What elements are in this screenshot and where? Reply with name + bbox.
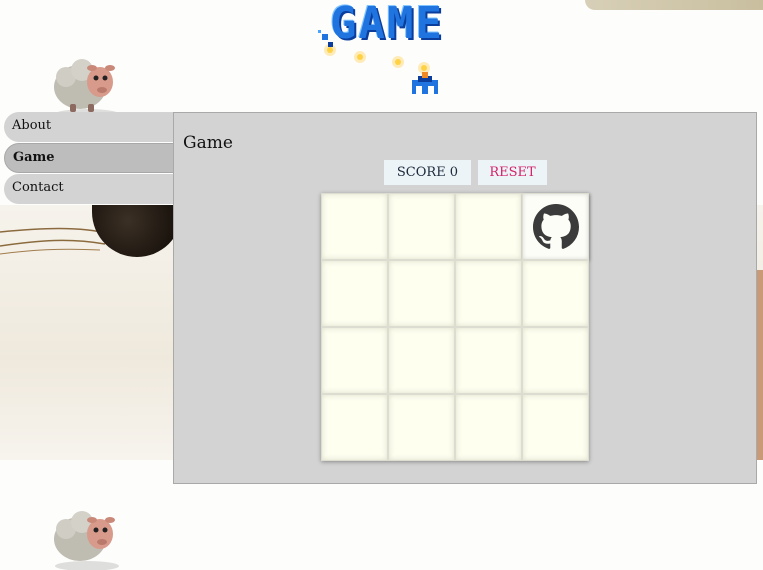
board-cell[interactable] (522, 394, 589, 461)
reset-button[interactable]: RESET (478, 160, 547, 185)
background-edge (757, 270, 763, 460)
board-cell[interactable] (522, 327, 589, 394)
nav-item-label: About (12, 118, 52, 133)
board-cell[interactable] (388, 193, 455, 260)
board-cell[interactable] (455, 327, 522, 394)
board-cell[interactable] (455, 193, 522, 260)
board-cell[interactable] (321, 327, 388, 394)
board-cell[interactable] (388, 394, 455, 461)
nav-item-about[interactable]: About (4, 112, 180, 142)
board-cell[interactable] (321, 394, 388, 461)
sheep-image-bottom (54, 511, 119, 570)
github-icon (533, 204, 579, 249)
board-cell[interactable] (522, 193, 589, 260)
game-logo: GAME (310, 0, 490, 100)
board-cell[interactable] (321, 260, 388, 327)
page: GAME About Game Contact Game SCORE 0 RES… (0, 0, 763, 570)
board-cell[interactable] (321, 193, 388, 260)
nav-item-contact[interactable]: Contact (4, 174, 180, 204)
board-cell[interactable] (522, 260, 589, 327)
nav-item-label: Game (13, 150, 55, 165)
board-cell[interactable] (388, 327, 455, 394)
nav-item-game[interactable]: Game (4, 143, 180, 173)
game-board (321, 193, 589, 461)
side-nav: About Game Contact (4, 112, 180, 205)
score-button[interactable]: SCORE 0 (384, 160, 471, 185)
logo-sparkles-icon (318, 30, 438, 94)
background-rock (585, 0, 763, 10)
board-cell[interactable] (455, 394, 522, 461)
nav-item-label: Contact (12, 180, 64, 195)
board-cell[interactable] (455, 260, 522, 327)
panel-title: Game (183, 133, 233, 153)
game-panel: Game SCORE 0 RESET (173, 112, 757, 484)
board-cell[interactable] (388, 260, 455, 327)
